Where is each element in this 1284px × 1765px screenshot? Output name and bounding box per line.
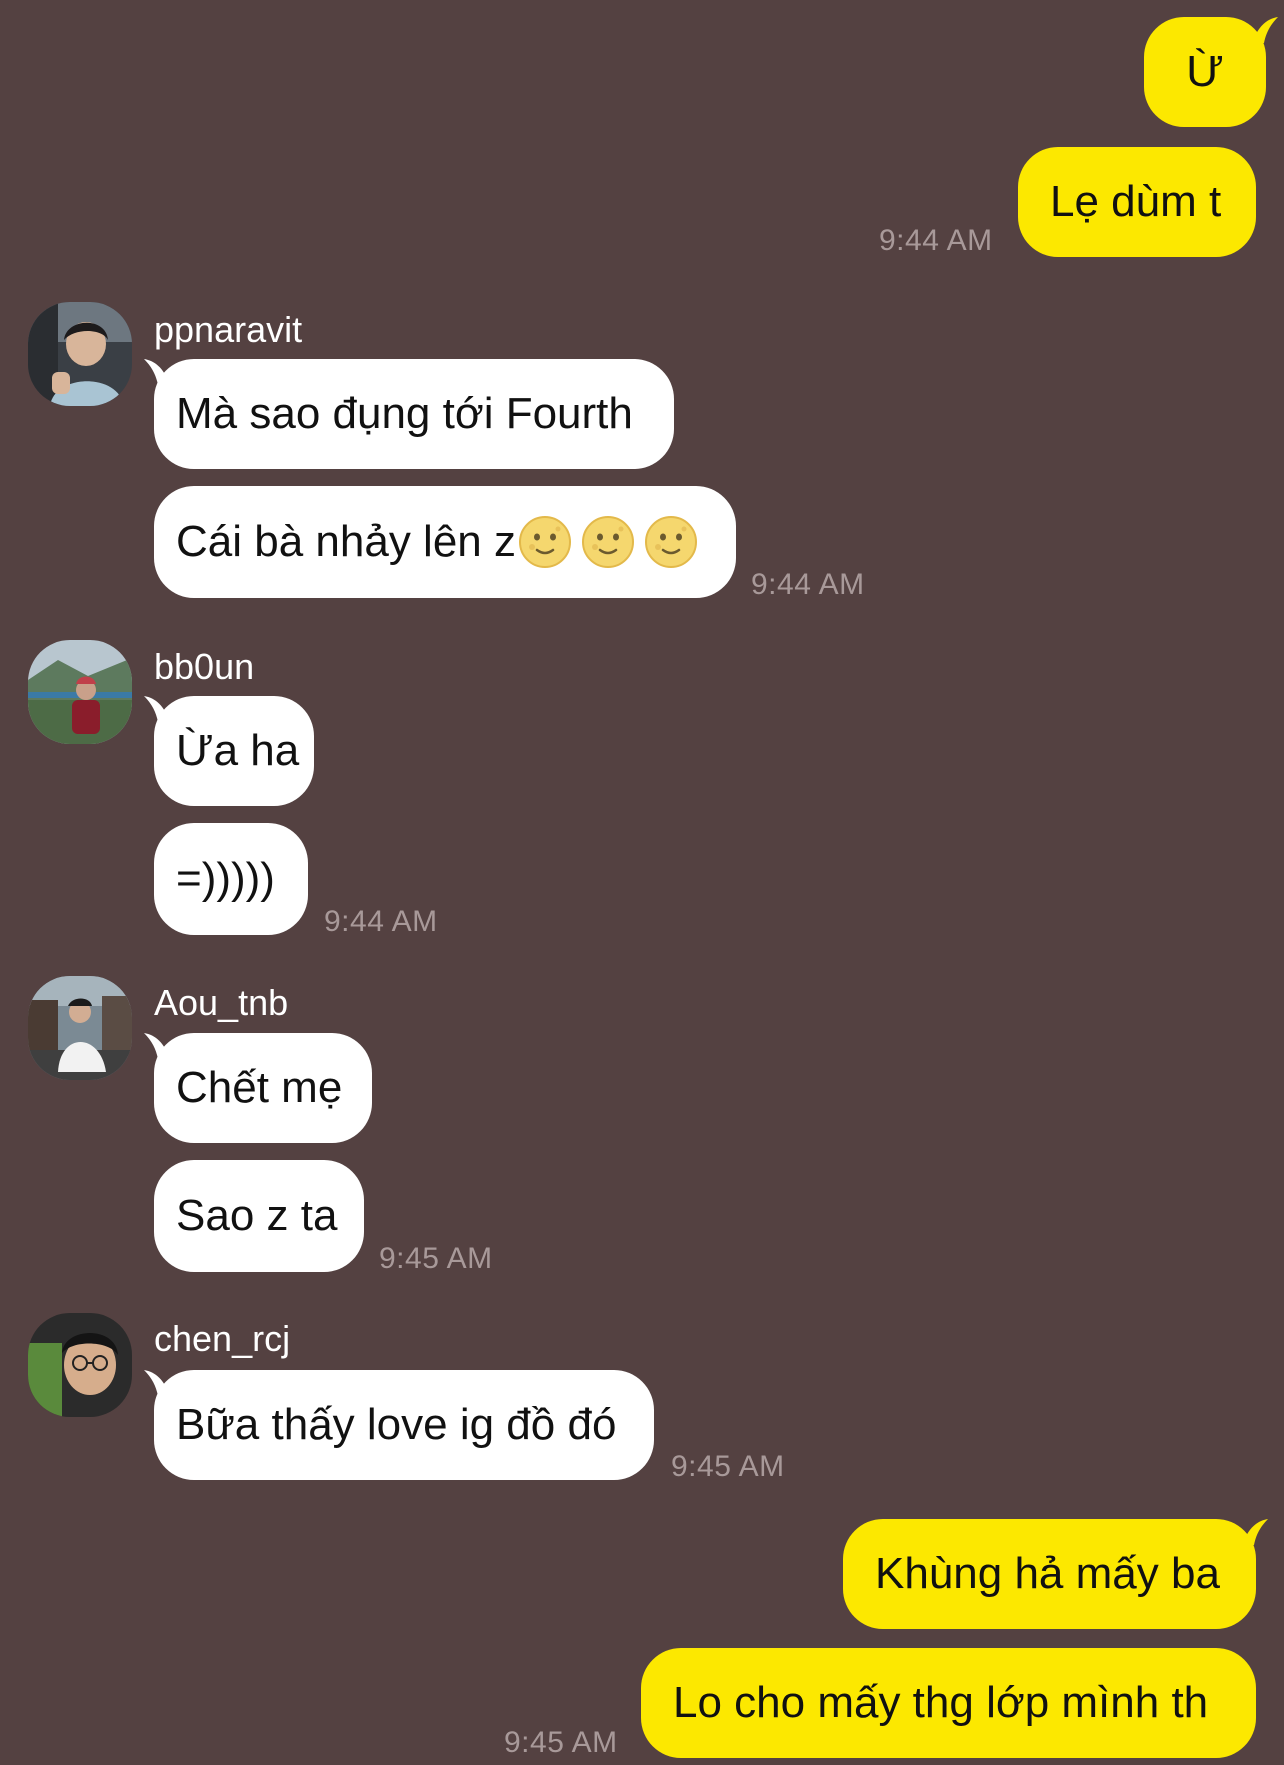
message-timestamp: 9:45 AM	[504, 1726, 618, 1759]
incoming-message-bubble[interactable]: Chết mẹ	[144, 1033, 372, 1143]
avatar-photo-icon	[28, 976, 132, 1080]
message-text: Ừ	[1186, 47, 1224, 96]
message-text: Sao z ta	[176, 1191, 338, 1240]
sender-name: bb0un	[154, 646, 255, 687]
outgoing-message-bubble[interactable]: Lo cho mấy thg lớp mình th	[641, 1648, 1256, 1758]
message-text: Mà sao đụng tới Fourth	[176, 389, 633, 438]
message-timestamp: 9:45 AM	[379, 1242, 493, 1275]
avatar[interactable]	[28, 302, 132, 406]
incoming-message-bubble[interactable]: Ừa ha	[144, 696, 314, 806]
message-text: Ừa ha	[176, 726, 300, 775]
avatar[interactable]	[28, 976, 132, 1080]
message-text: Lẹ dùm t	[1050, 177, 1222, 226]
message-timestamp: 9:44 AM	[879, 224, 993, 257]
chat-conversation: Ừ Lẹ dùm t 9:44 AM ppnaravit Mà sao đụng…	[0, 0, 1284, 1765]
message-timestamp: 9:44 AM	[751, 568, 865, 601]
message-text: Cái bà nhảy lên z	[176, 517, 516, 566]
message-timestamp: 9:45 AM	[671, 1450, 785, 1483]
avatar[interactable]	[28, 640, 132, 744]
outgoing-message-bubble[interactable]: Khùng hả mấy ba	[843, 1519, 1268, 1629]
incoming-message-bubble[interactable]: Mà sao đụng tới Fourth	[144, 359, 674, 469]
bubble-tail-icon	[144, 359, 170, 385]
bubble-tail-icon	[144, 1033, 170, 1059]
avatar-photo-icon	[28, 640, 132, 744]
message-text: Chết mẹ	[176, 1063, 343, 1112]
full-moon-face-emoji-icon	[518, 515, 572, 569]
message-text: =)))))	[176, 854, 275, 903]
bubble-tail-icon	[144, 1370, 170, 1396]
sender-name: chen_rcj	[154, 1318, 291, 1359]
message-text: Khùng hả mấy ba	[875, 1549, 1220, 1598]
avatar-photo-icon	[28, 1313, 132, 1417]
incoming-message-bubble[interactable]: Sao z ta	[154, 1160, 364, 1272]
message-timestamp: 9:44 AM	[324, 905, 438, 938]
message-text: Lo cho mấy thg lớp mình th	[673, 1678, 1209, 1727]
bubble-tail-icon	[1252, 17, 1278, 43]
avatar[interactable]	[28, 1313, 132, 1417]
bubble-tail-icon	[144, 696, 170, 722]
emoji-group	[516, 515, 698, 569]
incoming-message-bubble[interactable]: Cái bà nhảy lên z	[154, 486, 736, 598]
full-moon-face-emoji-icon	[644, 515, 698, 569]
message-text: Bữa thấy love ig đồ đó	[176, 1400, 617, 1449]
outgoing-message-bubble[interactable]: Lẹ dùm t	[1018, 147, 1256, 257]
full-moon-face-emoji-icon	[581, 515, 635, 569]
outgoing-message-bubble[interactable]: Ừ	[1144, 17, 1278, 127]
bubble-tail-icon	[1242, 1519, 1268, 1545]
sender-name: ppnaravit	[154, 309, 303, 350]
incoming-message-bubble[interactable]: =)))))	[154, 823, 308, 935]
sender-name: Aou_tnb	[154, 982, 289, 1023]
avatar-photo-icon	[28, 302, 132, 406]
incoming-message-bubble[interactable]: Bữa thấy love ig đồ đó	[144, 1370, 654, 1480]
